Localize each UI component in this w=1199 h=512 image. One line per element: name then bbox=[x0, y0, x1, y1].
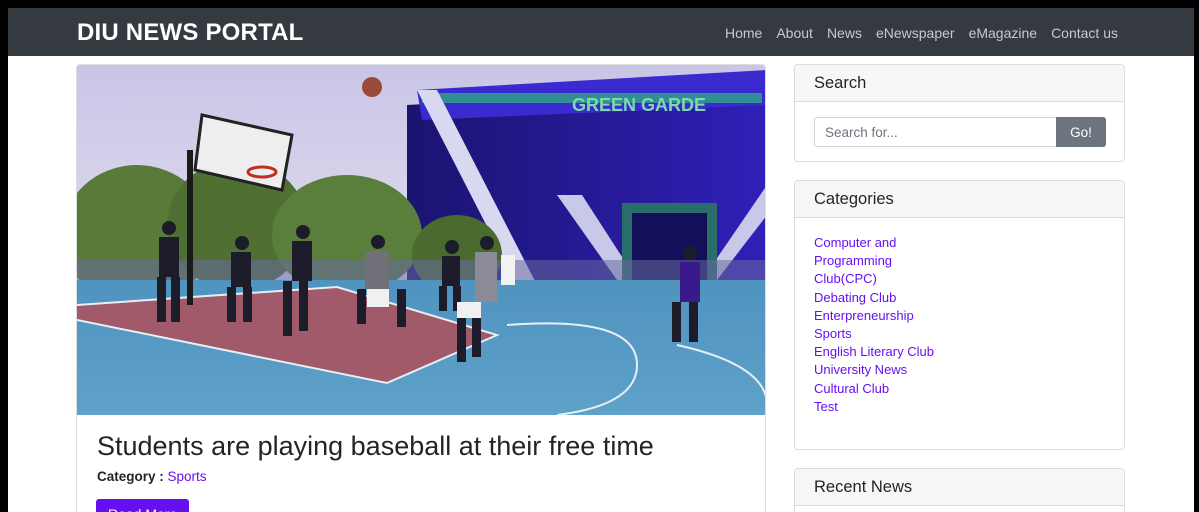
category-link-enterpreneurship[interactable]: Enterpreneurship bbox=[814, 308, 914, 323]
category-item: Sports bbox=[814, 325, 944, 343]
search-input[interactable] bbox=[814, 117, 1056, 147]
nav-link-enewspaper[interactable]: eNewspaper bbox=[876, 25, 955, 41]
category-link-cpc[interactable]: Computer and Programming Club(CPC) bbox=[814, 235, 896, 286]
nav-link-emagazine[interactable]: eMagazine bbox=[969, 25, 1038, 41]
navbar: DIU NEWS PORTAL Home About News eNewspap… bbox=[8, 8, 1194, 56]
category-item: Debating Club bbox=[814, 289, 944, 307]
category-item: Computer and Programming Club(CPC) bbox=[814, 234, 944, 289]
post-meta: Category : Sports bbox=[97, 469, 207, 484]
post-card: GREEN GARDE Students are playing basebal… bbox=[76, 64, 766, 512]
nav-links: Home About News eNewspaper eMagazine Con… bbox=[725, 25, 1118, 41]
category-link-english-literary[interactable]: English Literary Club bbox=[814, 344, 934, 359]
nav-link-about[interactable]: About bbox=[776, 25, 813, 41]
svg-text:GREEN GARDE: GREEN GARDE bbox=[572, 95, 706, 115]
category-label: Category : bbox=[97, 469, 164, 484]
nav-link-home[interactable]: Home bbox=[725, 25, 762, 41]
category-item: Enterpreneurship bbox=[814, 307, 944, 325]
search-widget-title: Search bbox=[795, 65, 1124, 102]
category-link-debating[interactable]: Debating Club bbox=[814, 290, 896, 305]
category-item: Cultural Club bbox=[814, 380, 944, 398]
categories-list: Computer and Programming Club(CPC) Debat… bbox=[814, 234, 944, 416]
nav-link-contact[interactable]: Contact us bbox=[1051, 25, 1118, 41]
page-frame: DIU NEWS PORTAL Home About News eNewspap… bbox=[8, 8, 1194, 512]
categories-widget-title: Categories bbox=[795, 181, 1124, 218]
category-link-university-news[interactable]: University News bbox=[814, 362, 907, 377]
category-item: University News bbox=[814, 361, 944, 379]
categories-widget: Categories Computer and Programming Club… bbox=[794, 180, 1125, 450]
category-item: English Literary Club bbox=[814, 343, 944, 361]
category-item: Test bbox=[814, 398, 944, 416]
category-link-sports[interactable]: Sports bbox=[814, 326, 852, 341]
post-image[interactable]: GREEN GARDE bbox=[77, 65, 766, 415]
recent-news-widget: Recent News bbox=[794, 468, 1125, 512]
post-title[interactable]: Students are playing baseball at their f… bbox=[97, 431, 654, 462]
read-more-button[interactable]: Read More bbox=[96, 499, 190, 512]
nav-link-news[interactable]: News bbox=[827, 25, 862, 41]
search-go-button[interactable]: Go! bbox=[1056, 117, 1106, 147]
category-link[interactable]: Sports bbox=[168, 469, 207, 484]
search-widget: Search Go! bbox=[794, 64, 1125, 162]
recent-news-title: Recent News bbox=[795, 469, 1124, 506]
search-row: Go! bbox=[814, 117, 1106, 147]
category-link-test[interactable]: Test bbox=[814, 399, 838, 414]
brand-logo[interactable]: DIU NEWS PORTAL bbox=[77, 19, 304, 47]
category-link-cultural[interactable]: Cultural Club bbox=[814, 381, 889, 396]
